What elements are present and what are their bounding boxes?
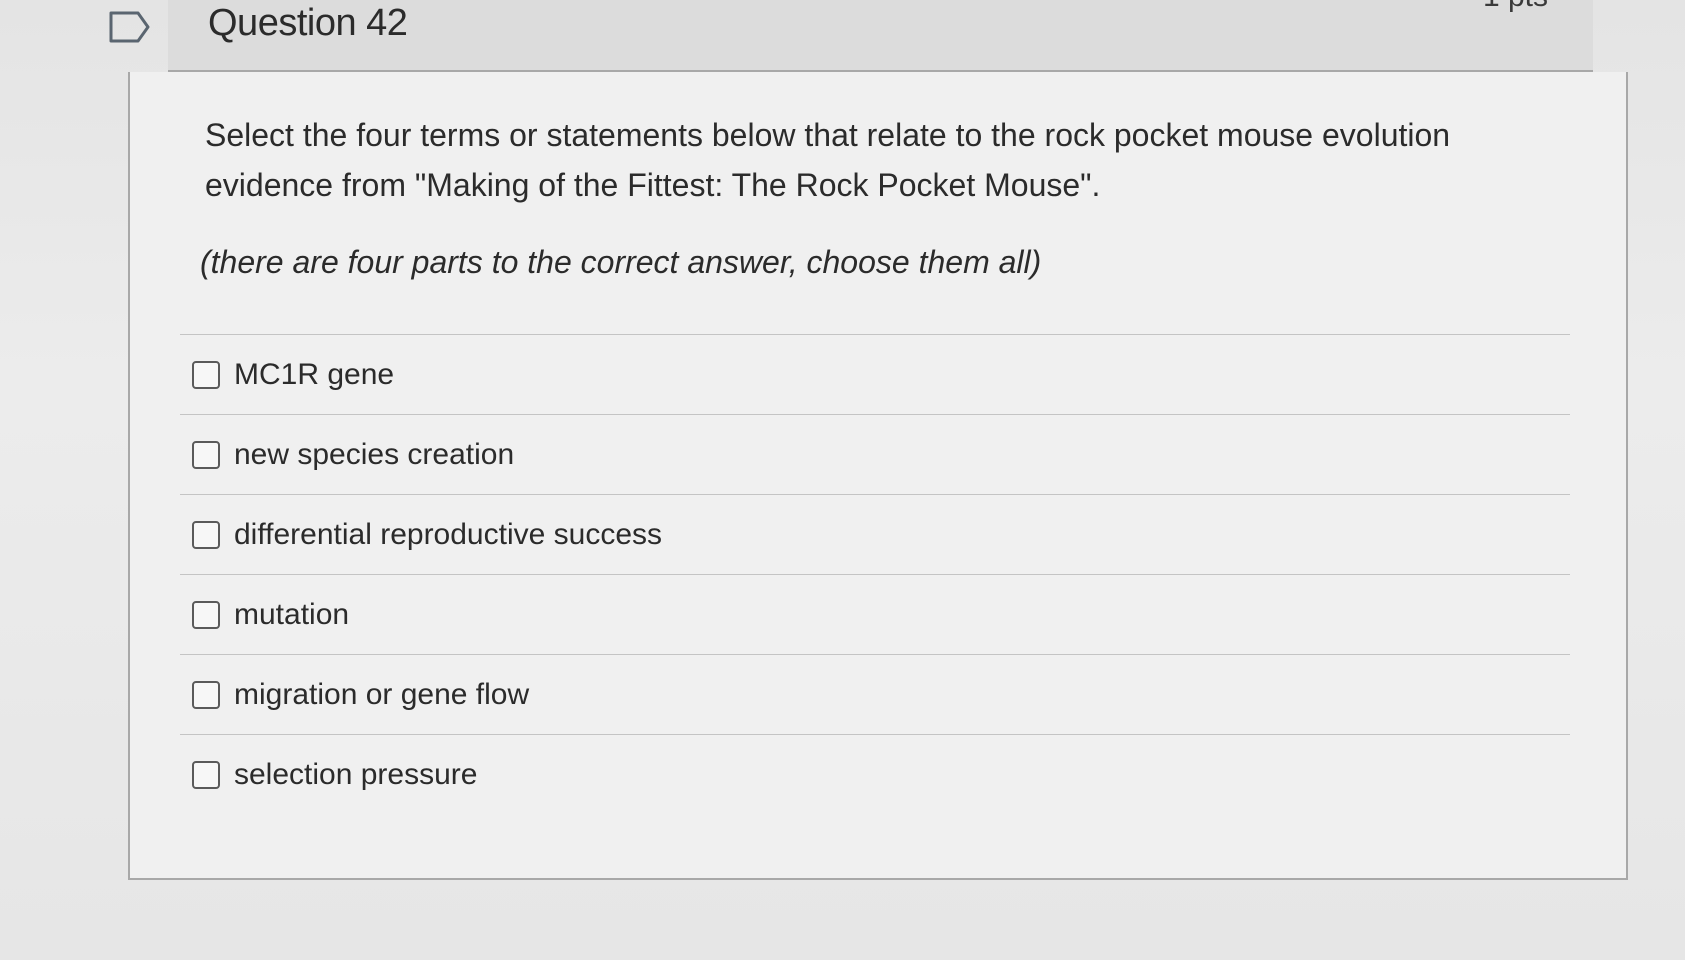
answer-label: new species creation <box>234 437 515 471</box>
question-title: Question 42 <box>208 2 408 44</box>
answer-option-new-species-creation[interactable]: new species creation <box>180 415 1570 495</box>
question-hint: (there are four parts to the correct ans… <box>200 244 1042 280</box>
answer-label: migration or gene flow <box>234 677 530 711</box>
answer-option-migration-or-gene-flow[interactable]: migration or gene flow <box>180 655 1570 735</box>
quiz-screen: Question 42 1 pts Select the four terms … <box>0 0 1685 960</box>
question-points: 1 pts <box>1483 0 1548 14</box>
answer-list: MC1R gene new species creation different… <box>180 334 1570 815</box>
checkbox-icon[interactable] <box>192 360 220 389</box>
answer-label: differential reproductive success <box>234 517 662 551</box>
checkbox-icon[interactable] <box>192 761 220 789</box>
checkbox-icon[interactable] <box>192 680 220 709</box>
answer-label: mutation <box>234 597 350 631</box>
answer-label: selection pressure <box>234 758 478 791</box>
flag-question-icon[interactable] <box>108 10 152 44</box>
answer-option-differential-reproductive-success[interactable]: differential reproductive success <box>180 495 1570 575</box>
checkbox-icon[interactable] <box>192 600 220 629</box>
answer-label: MC1R gene <box>234 357 395 391</box>
answer-option-selection-pressure[interactable]: selection pressure <box>180 735 1570 815</box>
question-prompt: Select the four terms or statements belo… <box>205 117 1451 203</box>
question-body: Select the four terms or statements belo… <box>128 72 1628 880</box>
question-header: Question 42 1 pts <box>168 0 1593 72</box>
answer-option-mutation[interactable]: mutation <box>180 575 1570 655</box>
checkbox-icon[interactable] <box>192 520 220 549</box>
answer-option-mc1r-gene[interactable]: MC1R gene <box>180 335 1570 415</box>
checkbox-icon[interactable] <box>192 440 220 469</box>
